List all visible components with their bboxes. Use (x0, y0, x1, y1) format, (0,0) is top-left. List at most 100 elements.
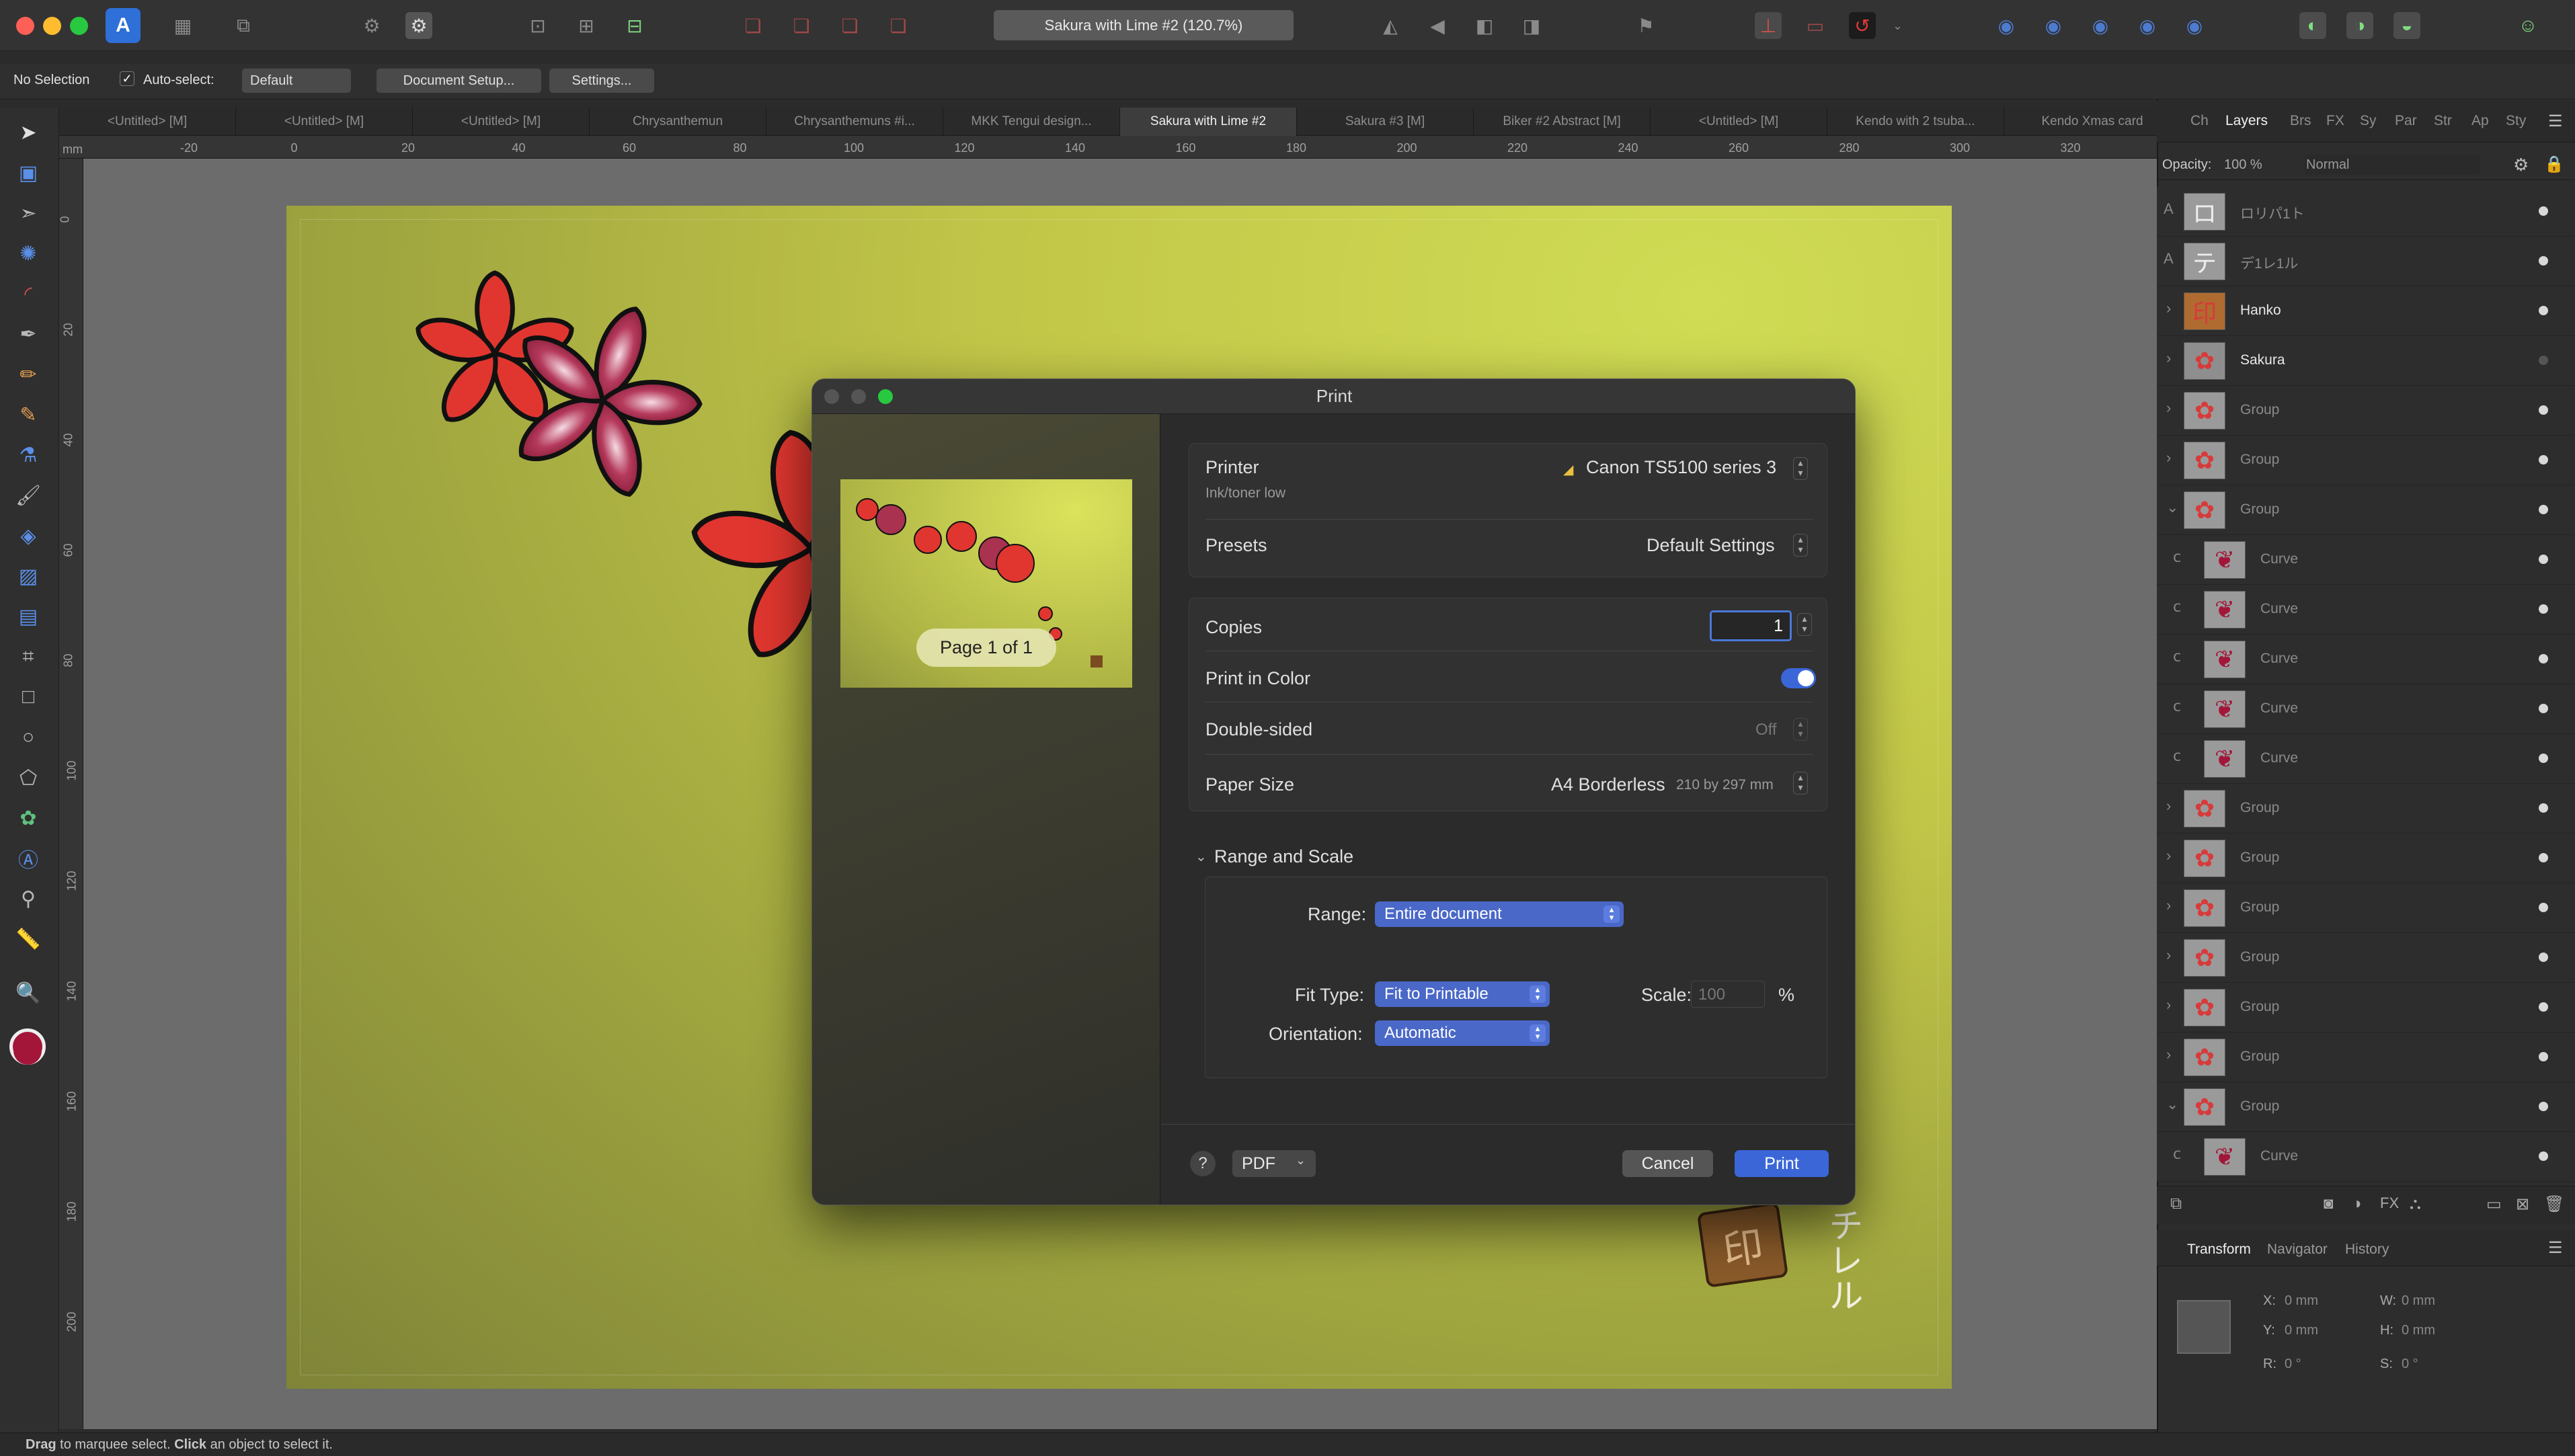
layer-row[interactable]: A テデ1レ1ル (2157, 237, 2575, 286)
transform-x-field[interactable]: 0 mm (2285, 1293, 2365, 1309)
transform-origin-icon[interactable]: ▭ (1802, 12, 1829, 39)
shape-tool-icon[interactable]: ✿ (12, 802, 44, 834)
eyedropper-icon[interactable]: ⚲ (12, 883, 44, 915)
transform-anchor-icon[interactable] (2177, 1300, 2231, 1354)
layer-visibility-toggle[interactable] (2539, 306, 2548, 315)
geometry-divide-icon[interactable]: ◉ (2181, 12, 2208, 39)
hanko-seal[interactable]: 印 (1696, 1202, 1789, 1288)
layer-visibility-toggle[interactable] (2539, 953, 2548, 962)
duplex-select[interactable]: Off (1755, 721, 1777, 739)
user-account-icon[interactable]: ☺ (2514, 12, 2541, 39)
auto-select-checkbox[interactable]: ✓ (120, 71, 134, 86)
document-tab[interactable]: <Untitled> [M] (236, 108, 413, 136)
layer-visibility-toggle[interactable] (2539, 853, 2548, 862)
paper-size-select[interactable]: A4 Borderless (1551, 774, 1665, 795)
layer-visibility-toggle[interactable] (2539, 754, 2548, 763)
chevron-right-icon[interactable]: › (2166, 946, 2171, 964)
text-tool-icon[interactable]: Ⓐ (12, 842, 44, 875)
measure-tool-icon[interactable]: 📏 (12, 923, 44, 955)
align-icon[interactable]: ⚑ (1632, 12, 1659, 39)
layer-row[interactable]: ⅽ ❦ Curve (2157, 635, 2575, 684)
transform-s-field[interactable]: 0 ° (2402, 1357, 2482, 1372)
layer-row[interactable]: ⅽ ❦ Curve (2157, 535, 2575, 585)
quick-share-icon[interactable]: ◑ (2346, 12, 2373, 39)
layer-visibility-toggle[interactable] (2539, 903, 2548, 912)
live-filter-icon[interactable]: ⛬ (2410, 1195, 2421, 1213)
chevron-right-icon[interactable]: › (2166, 897, 2171, 914)
layer-row[interactable]: › ✿ Group (2157, 386, 2575, 436)
persona-grid-icon[interactable]: ▦ (169, 12, 196, 39)
layer-settings-gear-icon[interactable]: ⚙ (2513, 155, 2529, 175)
fit-type-select[interactable]: Fit to Printable ▴ ▾ (1375, 981, 1550, 1007)
mask-icon[interactable]: ◙ (2324, 1195, 2334, 1213)
print-button[interactable]: Print (1735, 1150, 1829, 1177)
snap-grid-icon[interactable]: ⊞ (573, 12, 600, 39)
settings-gear-icon[interactable]: ⚙ (358, 12, 385, 39)
document-tab[interactable]: Biker #2 Abstract [M] (1474, 108, 1651, 136)
kana-text[interactable]: チレル (1821, 1207, 1862, 1312)
layer-row[interactable]: › ✿ Group (2157, 883, 2575, 933)
flip-horizontal-icon[interactable]: ◭ (1377, 12, 1404, 39)
panel-tab[interactable]: Layers (2225, 113, 2268, 129)
document-title[interactable]: Sakura with Lime #2 (120.7%) (994, 10, 1294, 40)
layer-visibility-toggle[interactable] (2539, 1052, 2548, 1061)
pen-constraint-icon[interactable]: ↺ (1849, 12, 1876, 39)
panel-tab[interactable]: FX (2326, 113, 2344, 129)
dialog-zoom-button[interactable] (878, 389, 893, 404)
help-button[interactable]: ? (1190, 1151, 1216, 1176)
layer-row[interactable]: › ✿ Group (2157, 983, 2575, 1033)
rectangle-tool-icon[interactable]: □ (12, 681, 44, 713)
lock-icon[interactable]: 🔒 (2544, 155, 2564, 174)
print-preview[interactable]: Page 1 of 1 (840, 479, 1132, 688)
panel-tab[interactable]: Brs (2290, 113, 2311, 129)
layer-row[interactable]: ⅽ ❦ Curve (2157, 1132, 2575, 1182)
document-tab[interactable]: Sakura #3 [M] (1297, 108, 1474, 136)
geometry-intersect-icon[interactable]: ◉ (2087, 12, 2114, 39)
printer-select[interactable]: Canon TS5100 series 3 (1586, 457, 1776, 478)
print-in-color-toggle[interactable] (1781, 668, 1816, 688)
presets-chevron-icon[interactable]: ▴ ▾ (1793, 534, 1808, 557)
dialog-minimize-button[interactable] (851, 389, 866, 404)
fx-icon[interactable]: FX (2380, 1195, 2399, 1212)
layer-visibility-toggle[interactable] (2539, 256, 2548, 266)
zoom-tool-icon[interactable]: 🔍 (12, 977, 44, 1009)
add-layer-icon[interactable]: ▭ (2486, 1195, 2502, 1214)
fill-tool-icon[interactable]: ⚗ (12, 439, 44, 471)
flip-vertical-icon[interactable]: ◀ (1424, 12, 1451, 39)
panel-menu-icon[interactable]: ☰ (2548, 112, 2563, 131)
chevron-right-icon[interactable]: › (2166, 300, 2171, 317)
document-tab[interactable]: <Untitled> [M] (1651, 108, 1827, 136)
place-image-icon[interactable]: ▤ (12, 600, 44, 633)
layer-row[interactable]: ⌄ ✿ Group (2157, 1082, 2575, 1132)
maximize-window-button[interactable] (70, 17, 88, 35)
layer-row[interactable]: ⅽ ❦ Curve (2157, 684, 2575, 734)
layer-row[interactable]: › ✿ Group (2157, 834, 2575, 883)
document-tab[interactable]: Kendo with 2 tsuba... (1827, 108, 2004, 136)
layer-visibility-toggle[interactable] (2539, 1002, 2548, 1012)
printer-chevron-icon[interactable]: ▴ ▾ (1793, 457, 1808, 480)
layer-visibility-toggle[interactable] (2539, 505, 2548, 514)
arrange-forward-icon[interactable]: ❏ (836, 12, 863, 39)
document-tab[interactable]: Chrysanthemun (590, 108, 766, 136)
range-select[interactable]: Entire document ▴ ▾ (1375, 901, 1624, 927)
panel-tab[interactable]: Sty (2506, 113, 2526, 129)
arrange-back-icon[interactable]: ❏ (740, 12, 766, 39)
studio-link-icon[interactable]: ◒ (2393, 12, 2420, 39)
snap-bounds-icon[interactable]: ⊡ (524, 12, 551, 39)
scale-input[interactable]: 100 (1691, 981, 1765, 1008)
ellipse-tool-icon[interactable]: ○ (12, 721, 44, 754)
assistant-icon[interactable]: ◐ (2299, 12, 2326, 39)
layer-row[interactable]: › ✿ Sakura (2157, 336, 2575, 386)
layer-row[interactable]: ⅽ ❦ Curve (2157, 585, 2575, 635)
adjustment-icon[interactable]: ◑ (2352, 1195, 2362, 1213)
arrange-backward-icon[interactable]: ❏ (788, 12, 815, 39)
layer-visibility-toggle[interactable] (2539, 455, 2548, 464)
minimize-window-button[interactable] (43, 17, 61, 35)
chevron-right-icon[interactable]: › (2166, 996, 2171, 1014)
vector-brush-icon[interactable]: ✎ (12, 399, 44, 431)
layer-visibility-toggle[interactable] (2539, 803, 2548, 813)
settings-button[interactable]: Settings... (549, 69, 654, 93)
layer-visibility-toggle[interactable] (2539, 356, 2548, 365)
layer-duplicate-icon[interactable]: ⧉ (2170, 1195, 2182, 1213)
transform-r-field[interactable]: 0 ° (2285, 1357, 2365, 1372)
